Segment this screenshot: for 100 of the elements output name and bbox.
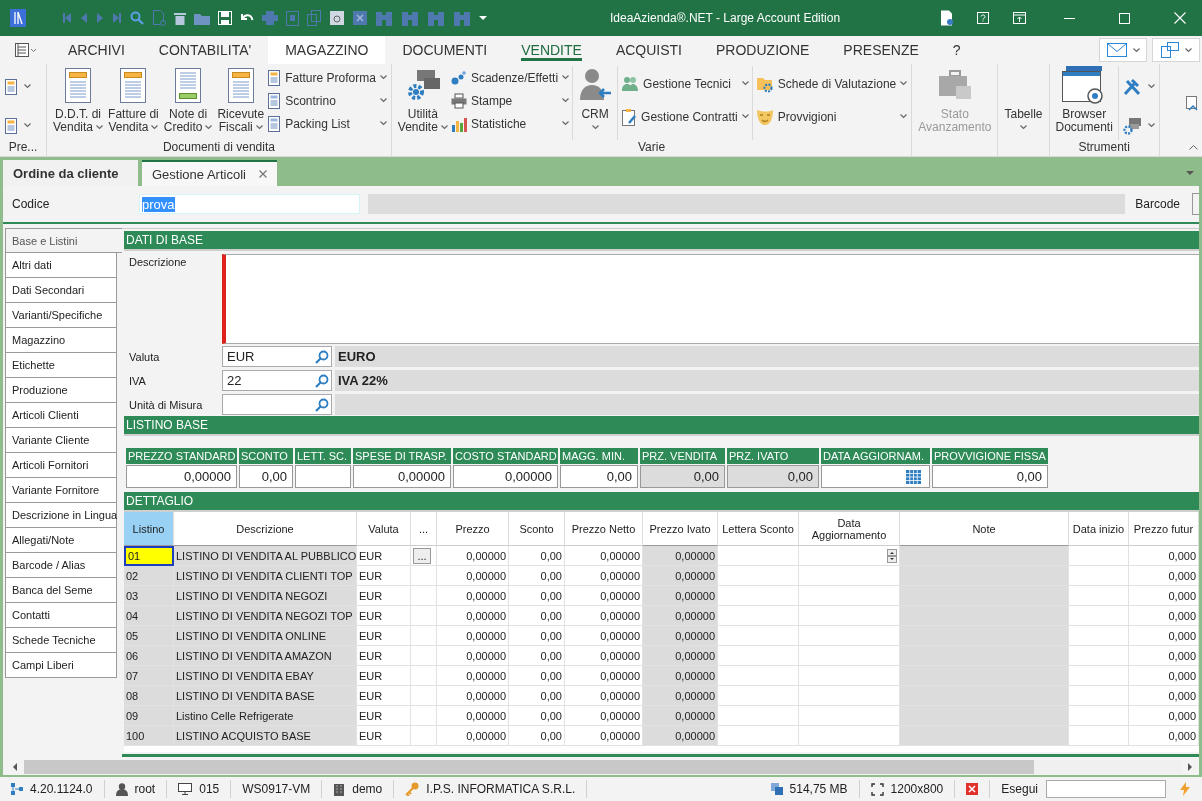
side-tab[interactable]: Schede Tecniche: [5, 628, 117, 653]
price-field[interactable]: [821, 465, 930, 488]
ribbon-tab[interactable]: PRESENZE: [826, 36, 936, 64]
document-wrench-icon[interactable]: [940, 10, 954, 26]
column-header[interactable]: Prezzo Netto: [565, 512, 643, 546]
search-icon[interactable]: [315, 349, 329, 364]
side-tab[interactable]: Barcode / Alias: [5, 553, 117, 578]
scroll-right-icon[interactable]: [1187, 763, 1193, 771]
price-field[interactable]: [295, 465, 351, 488]
app-logo-icon[interactable]: [10, 9, 26, 27]
spinner-icon[interactable]: [887, 549, 897, 563]
caret-icon[interactable]: [1186, 170, 1194, 176]
document-tab[interactable]: Gestione Articoli: [142, 160, 277, 186]
price-field[interactable]: 0,00000: [453, 465, 558, 488]
ellipsis-button[interactable]: ...: [413, 547, 431, 564]
preview-icon[interactable]: [329, 10, 345, 26]
skip-start-icon[interactable]: [62, 12, 72, 24]
collapse-icon[interactable]: [1189, 144, 1198, 150]
column-header[interactable]: Data inizio: [1069, 512, 1129, 546]
search-icon[interactable]: [315, 373, 329, 388]
side-tab[interactable]: Altri dati: [5, 253, 117, 278]
ribbon-button[interactable]: Packing List: [267, 112, 387, 135]
side-tab[interactable]: Contatti: [5, 603, 117, 628]
ribbon-button[interactable]: D.D.T. di Vendita: [51, 66, 106, 140]
mail-button[interactable]: [1099, 38, 1147, 62]
trash-icon[interactable]: [174, 11, 186, 25]
ribbon-button[interactable]: Browser Documenti: [1053, 66, 1115, 140]
document-tab[interactable]: Ordine da cliente: [3, 160, 138, 186]
price-field[interactable]: 0,00: [239, 465, 293, 488]
save-icon[interactable]: [218, 11, 232, 25]
ribbon-tab[interactable]: ACQUISTI: [598, 36, 699, 64]
lookup-field[interactable]: [222, 394, 332, 415]
search-icon[interactable]: [130, 11, 144, 25]
error-icon[interactable]: [966, 783, 979, 795]
ribbon-button[interactable]: Fatture di Vendita: [106, 66, 161, 140]
ribbon-button[interactable]: Utilità Vendite: [395, 66, 450, 140]
lookup-field[interactable]: 22: [222, 370, 332, 391]
side-tab[interactable]: Magazzino: [5, 328, 117, 353]
side-tab[interactable]: Produzione: [5, 378, 117, 403]
ribbon-button[interactable]: Provvigioni: [755, 105, 908, 128]
column-header[interactable]: Data Aggiornamento: [799, 512, 900, 546]
price-field[interactable]: 0,00000: [353, 465, 451, 488]
side-tab[interactable]: Campi Liberi: [5, 653, 117, 678]
ribbon-button[interactable]: Statistiche: [450, 112, 570, 135]
side-tab[interactable]: Articoli Clienti: [5, 403, 117, 428]
column-header[interactable]: Note: [900, 512, 1069, 546]
column-header[interactable]: Prezzo: [437, 512, 509, 546]
help-icon[interactable]: [977, 12, 989, 24]
close-icon[interactable]: [259, 170, 267, 178]
side-tab[interactable]: Dati Secondari: [5, 278, 117, 303]
side-tab[interactable]: Banca del Seme: [5, 578, 117, 603]
close-box-icon[interactable]: [353, 11, 367, 25]
scroll-left-icon[interactable]: [12, 763, 18, 771]
command-field[interactable]: [1046, 780, 1166, 798]
search-icon[interactable]: [315, 397, 329, 412]
ribbon-tab[interactable]: ARCHIVI: [51, 36, 142, 64]
side-tab[interactable]: Articoli Fornitori: [5, 453, 117, 478]
ribbon-tab[interactable]: ?: [935, 36, 978, 64]
side-tab[interactable]: Descrizione in Lingua: [5, 503, 117, 528]
lookup-field[interactable]: EUR: [222, 346, 332, 367]
description-field[interactable]: [222, 254, 1199, 344]
ribbon-tab[interactable]: CONTABILITA': [141, 36, 269, 64]
side-tab[interactable]: Variante Fornitore: [5, 478, 117, 503]
ribbon-button[interactable]: Scadenze/Effetti: [450, 66, 570, 89]
ribbon-button[interactable]: Tabelle: [1002, 66, 1045, 140]
ribbon-button[interactable]: Gestione Tecnici: [621, 72, 749, 95]
ribbon-tab[interactable]: PRODUZIONE: [699, 36, 827, 64]
ribbon-tab[interactable]: DOCUMENTI: [385, 36, 505, 64]
price-field[interactable]: 0,00: [560, 465, 638, 488]
price-field[interactable]: 0,00: [932, 465, 1048, 488]
side-tab[interactable]: Varianti/Specifiche: [5, 303, 117, 328]
side-tab[interactable]: Etichette: [5, 353, 117, 378]
window-icon[interactable]: [1012, 12, 1026, 24]
column-header[interactable]: Sconto: [509, 512, 565, 546]
barcode-field[interactable]: [1192, 193, 1199, 215]
maximize-icon[interactable]: [1119, 12, 1130, 24]
column-header[interactable]: Prezzo Ivato: [643, 512, 718, 546]
scrollbar-thumb[interactable]: [24, 760, 1034, 774]
ribbon-button[interactable]: Schede di Valutazione: [755, 72, 908, 95]
layout-button[interactable]: [1152, 38, 1200, 62]
ribbon-button[interactable]: Fatture Proforma: [267, 66, 387, 89]
caret-icon[interactable]: [479, 15, 487, 21]
ribbon-button[interactable]: Stampe: [450, 89, 570, 112]
column-header[interactable]: Listino: [124, 512, 174, 546]
ribbon-button[interactable]: Ricevute Fiscali: [215, 66, 267, 140]
ribbon-tab[interactable]: VENDITE: [504, 36, 599, 64]
column-header[interactable]: Prezzo futur: [1129, 512, 1199, 546]
column-header[interactable]: ...: [411, 512, 437, 546]
column-header[interactable]: Lettera Sconto: [718, 512, 799, 546]
column-header[interactable]: Valuta: [357, 512, 411, 546]
ribbon-tab[interactable]: MAGAZZINO: [268, 36, 386, 64]
calendar-icon[interactable]: [906, 469, 921, 484]
ribbon-menu-icon[interactable]: [14, 43, 36, 57]
column-header[interactable]: Descrizione: [174, 512, 357, 546]
side-tab[interactable]: Base e Listini: [5, 228, 122, 253]
ribbon-button[interactable]: Note di Credito: [161, 66, 215, 140]
side-tab[interactable]: Allegati/Note: [5, 528, 117, 553]
ribbon-button[interactable]: Gestione Contratti: [621, 105, 749, 128]
price-field[interactable]: 0,00000: [126, 465, 237, 488]
side-tab[interactable]: Variante Cliente: [5, 428, 117, 453]
